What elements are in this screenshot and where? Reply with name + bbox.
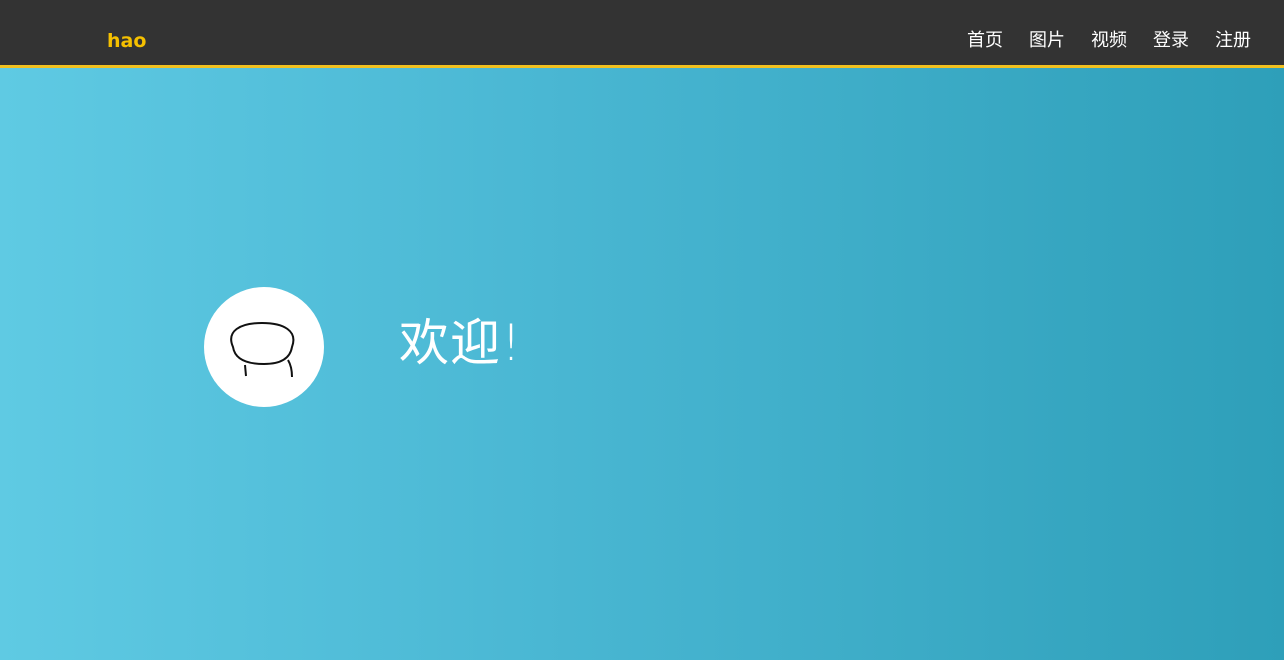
welcome-heading: 欢迎! (399, 314, 523, 372)
nav-link-home[interactable]: 首页 (967, 29, 1003, 53)
nav-link-images[interactable]: 图片 (1029, 29, 1065, 53)
nav-link-login[interactable]: 登录 (1153, 29, 1189, 53)
main-nav: 首页 图片 视频 登录 注册 (967, 29, 1251, 53)
nav-link-register[interactable]: 注册 (1215, 29, 1251, 53)
top-navbar: hao 首页 图片 视频 登录 注册 (0, 0, 1284, 68)
hero-section: 欢迎! (0, 68, 1284, 660)
brand-logo-link[interactable]: hao (107, 30, 146, 52)
avatar (204, 287, 324, 407)
avatar-face-icon (230, 321, 295, 378)
nav-link-videos[interactable]: 视频 (1091, 29, 1127, 53)
